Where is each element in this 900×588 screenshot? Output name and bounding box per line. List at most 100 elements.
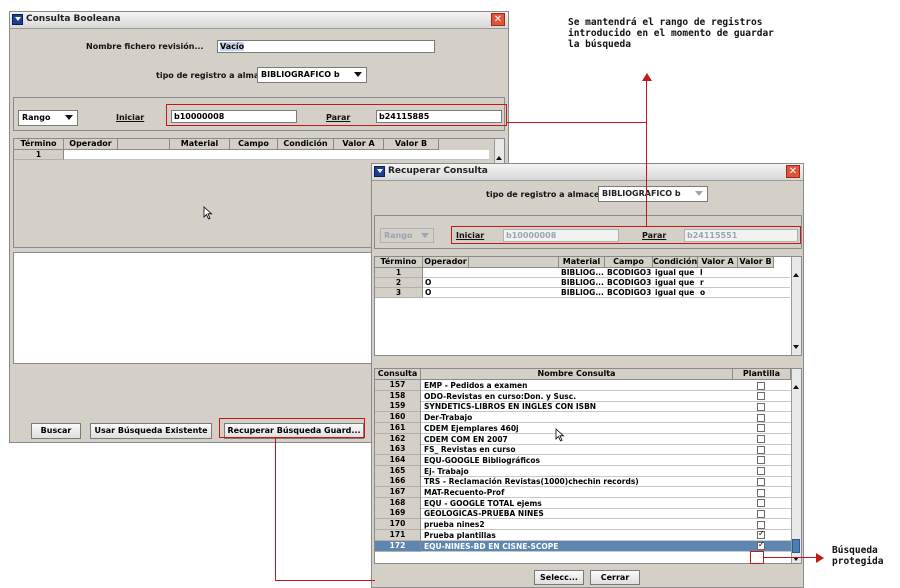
- query-name: Prueba plantillas: [424, 530, 496, 540]
- column-header[interactable]: Nombre Consulta: [421, 369, 733, 380]
- query-number-cell: 161: [375, 422, 421, 434]
- term-number-cell: 1: [375, 268, 423, 278]
- query-number-cell: 163: [375, 444, 421, 456]
- template-checkbox[interactable]: [757, 392, 765, 401]
- mouse-cursor-icon: [203, 206, 213, 222]
- range-select[interactable]: Rango: [380, 228, 434, 243]
- range-note-line: Se mantendrá el rango de registros: [568, 17, 763, 28]
- search-button-label: Buscar: [40, 426, 72, 435]
- query-name: ODO-Revistas en curso:Don. y Susc.: [424, 391, 577, 401]
- arrow-up-icon: [642, 73, 652, 81]
- callout-line: [275, 438, 276, 580]
- term-cell: l: [700, 268, 703, 277]
- close-icon[interactable]: ✕: [786, 165, 800, 178]
- record-type-value: BIBLIOGRAFICO b: [261, 70, 340, 79]
- record-type-value: BIBLIOGRAFICO b: [602, 189, 681, 198]
- title-bar[interactable]: Consulta Booleana ✕: [10, 12, 508, 29]
- query-name: CDEM COM EN 2007: [424, 434, 508, 444]
- column-header[interactable]: Término: [14, 139, 64, 150]
- use-existing-search-button[interactable]: Usar Búsqueda Existente: [90, 423, 212, 439]
- template-checkbox[interactable]: [757, 435, 765, 443]
- template-checkbox[interactable]: [757, 509, 765, 518]
- terms-table: Término Operador Material Campo Condición Val…: [374, 256, 802, 356]
- term-row[interactable]: [64, 150, 489, 160]
- template-checkbox[interactable]: [757, 456, 765, 465]
- query-number-cell: 168: [375, 497, 421, 509]
- record-type-select[interactable]: BIBLIOGRAFICO b: [257, 67, 367, 83]
- title-bar[interactable]: Recuperar Consulta ✕: [372, 164, 803, 181]
- column-header[interactable]: Valor B: [738, 257, 774, 268]
- column-header[interactable]: Valor B: [384, 139, 439, 150]
- template-checkbox[interactable]: [757, 540, 765, 550]
- template-checkbox[interactable]: [757, 381, 765, 390]
- query-number-cell: 170: [375, 519, 421, 531]
- query-name: GEOLOGICAS-PRUEBA NINES: [424, 509, 544, 519]
- column-header[interactable]: [118, 139, 170, 150]
- column-header[interactable]: Material: [170, 139, 230, 150]
- column-header[interactable]: Valor A: [698, 257, 738, 268]
- column-header[interactable]: Operador: [423, 257, 469, 268]
- queries-table: Consulta Nombre Consulta Plantilla 157 EMP …: [374, 368, 802, 564]
- template-checkbox[interactable]: [757, 488, 765, 497]
- scroll-thumb[interactable]: [792, 539, 800, 553]
- column-header[interactable]: Valor A: [334, 139, 384, 150]
- template-checkbox[interactable]: [757, 445, 765, 454]
- column-header[interactable]: Material: [559, 257, 605, 268]
- term-cell: igual que: [655, 278, 695, 287]
- chevron-down-icon: [354, 72, 362, 77]
- term-cell: o: [700, 288, 706, 297]
- template-checkbox[interactable]: [757, 413, 765, 422]
- scroll-up-icon[interactable]: [793, 273, 799, 277]
- query-number-cell: 172: [375, 540, 421, 552]
- template-checkbox[interactable]: [757, 402, 765, 411]
- search-button[interactable]: Buscar: [31, 423, 81, 439]
- scroll-down-icon[interactable]: [793, 345, 799, 349]
- column-header[interactable]: [469, 257, 559, 268]
- scroll-up-icon[interactable]: [793, 385, 799, 389]
- column-header[interactable]: Campo: [605, 257, 653, 268]
- window-title: Consulta Booleana: [26, 14, 121, 24]
- column-header[interactable]: Condición: [653, 257, 698, 268]
- query-name: Der-Trabajo: [424, 413, 473, 423]
- range-note-line: introducido en el momento de guardar: [568, 28, 774, 39]
- term-cell: BIBLIOG...: [561, 288, 604, 297]
- term-number-cell: 2: [375, 278, 423, 288]
- query-number-cell: 158: [375, 390, 421, 402]
- select-button-label: Selecc...: [540, 573, 578, 582]
- column-header[interactable]: Condición: [278, 139, 334, 150]
- term-cell: igual que: [655, 288, 695, 297]
- term-cell: BCODIGO3: [607, 268, 652, 277]
- terms-scrollbar[interactable]: [791, 257, 801, 355]
- select-button[interactable]: Selecc...: [534, 570, 584, 585]
- template-checkbox[interactable]: [757, 467, 765, 476]
- column-header[interactable]: Plantilla: [733, 369, 791, 380]
- chevron-down-icon: [65, 115, 73, 120]
- term-cell: BIBLIOG...: [561, 268, 604, 277]
- scroll-up-icon[interactable]: [496, 156, 502, 160]
- query-name: FS_ Revistas en curso: [424, 445, 516, 455]
- column-header[interactable]: Término: [375, 257, 423, 268]
- query-number-cell: 159: [375, 401, 421, 413]
- template-checkbox[interactable]: [757, 520, 765, 529]
- template-checkbox[interactable]: [757, 529, 765, 540]
- column-header[interactable]: Campo: [230, 139, 278, 150]
- term-cell: r: [700, 278, 704, 287]
- close-button[interactable]: Cerrar: [590, 570, 640, 585]
- record-type-select[interactable]: BIBLIOGRAFICO b: [598, 186, 708, 202]
- queries-scrollbar[interactable]: [791, 369, 801, 563]
- term-cell: BIBLIOG...: [561, 278, 604, 287]
- template-checkbox[interactable]: [757, 477, 765, 486]
- close-icon[interactable]: ✕: [491, 13, 505, 26]
- range-select[interactable]: Rango: [18, 110, 78, 126]
- query-name: EQU-GOOGLE Bibliográficos: [424, 455, 540, 465]
- range-value: Rango: [384, 231, 413, 240]
- column-header[interactable]: Operador: [64, 139, 118, 150]
- template-checkbox[interactable]: [757, 499, 765, 508]
- revision-file-field[interactable]: Vacío: [217, 40, 435, 53]
- template-checkbox[interactable]: [757, 424, 765, 433]
- query-number-cell: 169: [375, 508, 421, 520]
- column-header[interactable]: Consulta: [375, 369, 421, 380]
- query-number-cell: 162: [375, 433, 421, 445]
- range-note-line: la búsqueda: [568, 39, 631, 50]
- protected-note-line: Búsqueda: [832, 545, 878, 556]
